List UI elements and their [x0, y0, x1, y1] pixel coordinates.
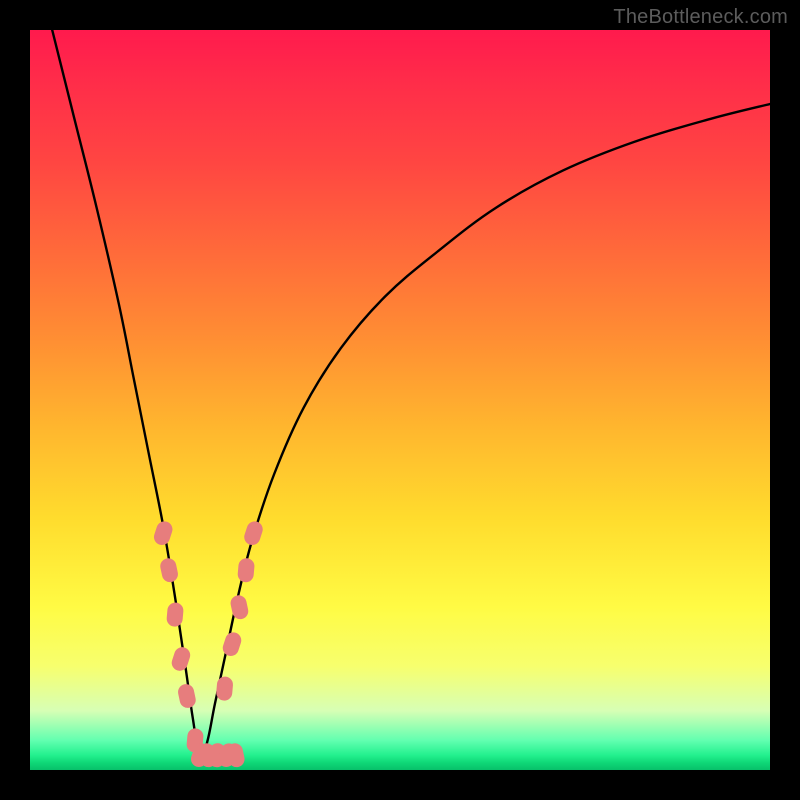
bottleneck-curve	[52, 30, 770, 760]
chart-svg	[30, 30, 770, 770]
highlight-marker	[237, 558, 255, 583]
highlight-marker	[242, 519, 265, 547]
plot-area	[30, 30, 770, 770]
watermark-text: TheBottleneck.com	[613, 6, 788, 29]
highlight-marker	[152, 519, 175, 547]
highlight-marker	[221, 630, 244, 658]
outer-frame: TheBottleneck.com	[0, 0, 800, 800]
curve-layer	[52, 30, 770, 760]
highlight-marker	[170, 645, 193, 673]
highlight-marker	[177, 683, 198, 710]
highlight-marker	[216, 676, 234, 701]
highlight-marker	[229, 594, 250, 621]
highlight-marker	[159, 557, 180, 584]
highlight-marker	[166, 602, 184, 627]
